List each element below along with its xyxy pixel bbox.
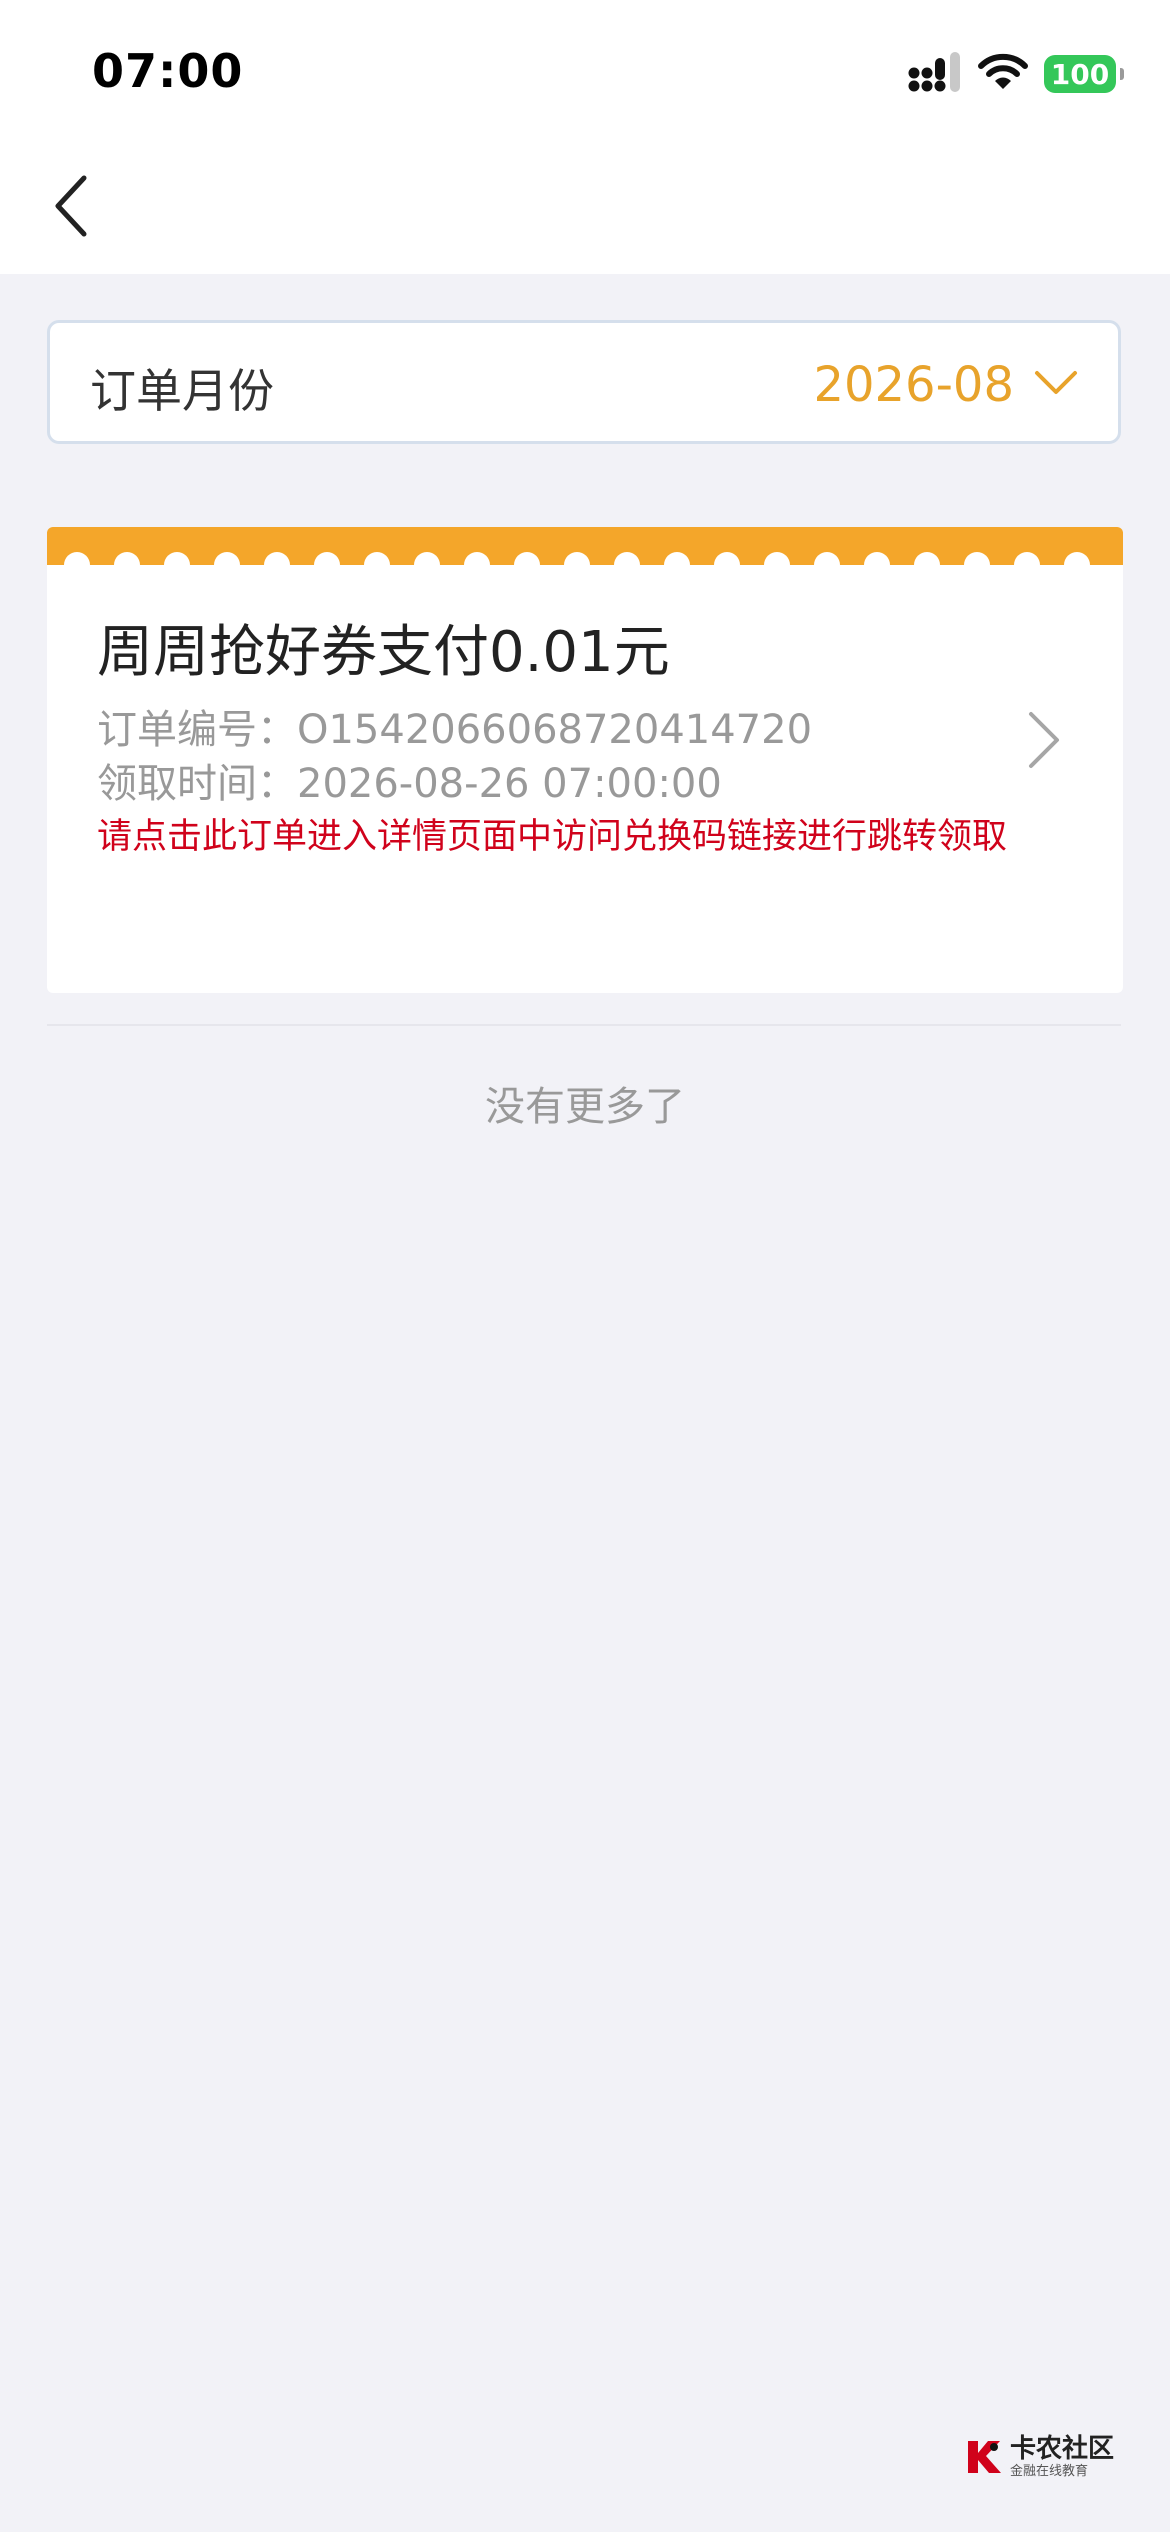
claim-time-value: 2026-08-26 07:00:00 [297,761,722,807]
order-number-value: O1542066068720414720 [297,707,813,753]
status-icons: 100 [908,52,1124,96]
order-month-selector[interactable]: 订单月份 2026-08 [47,320,1121,444]
status-time: 07:00 [92,44,244,98]
order-card[interactable]: 周周抢好券支付0.01元 订单编号：O1542066068720414720 领… [47,527,1123,993]
chevron-left-icon [55,175,87,237]
ticket-edge-decoration [47,527,1123,565]
kanong-logo-icon [967,2441,1001,2473]
wifi-icon [978,53,1028,95]
chevron-down-icon [1035,371,1077,394]
order-number-row: 订单编号：O1542066068720414720 [97,697,812,755]
top-bar: 07:00 100 [0,0,1170,274]
claim-time-row: 领取时间：2026-08-26 07:00:00 [97,751,722,809]
battery-indicator: 100 [1044,55,1124,93]
order-notice: 请点击此订单进入详情页面中访问兑换码链接进行跳转领取 [97,817,1008,857]
watermark: 卡农社区 金融在线教育 [964,2436,1114,2478]
chevron-right-icon [1029,712,1059,768]
battery-level: 100 [1050,57,1110,91]
watermark-name: 卡农社区 [1009,2434,1114,2464]
order-title: 周周抢好券支付0.01元 [97,620,670,685]
back-button[interactable] [40,170,100,242]
cellular-signal-icon [908,52,962,96]
watermark-subtitle: 金融在线教育 [1009,2464,1088,2479]
list-end-text: 没有更多了 [485,1084,685,1130]
order-month-label: 订单月份 [90,364,274,418]
order-month-value: 2026-08 [813,357,1014,413]
list-divider [47,1024,1121,1026]
order-number-label: 订单编号： [97,707,297,753]
claim-time-label: 领取时间： [97,761,297,807]
